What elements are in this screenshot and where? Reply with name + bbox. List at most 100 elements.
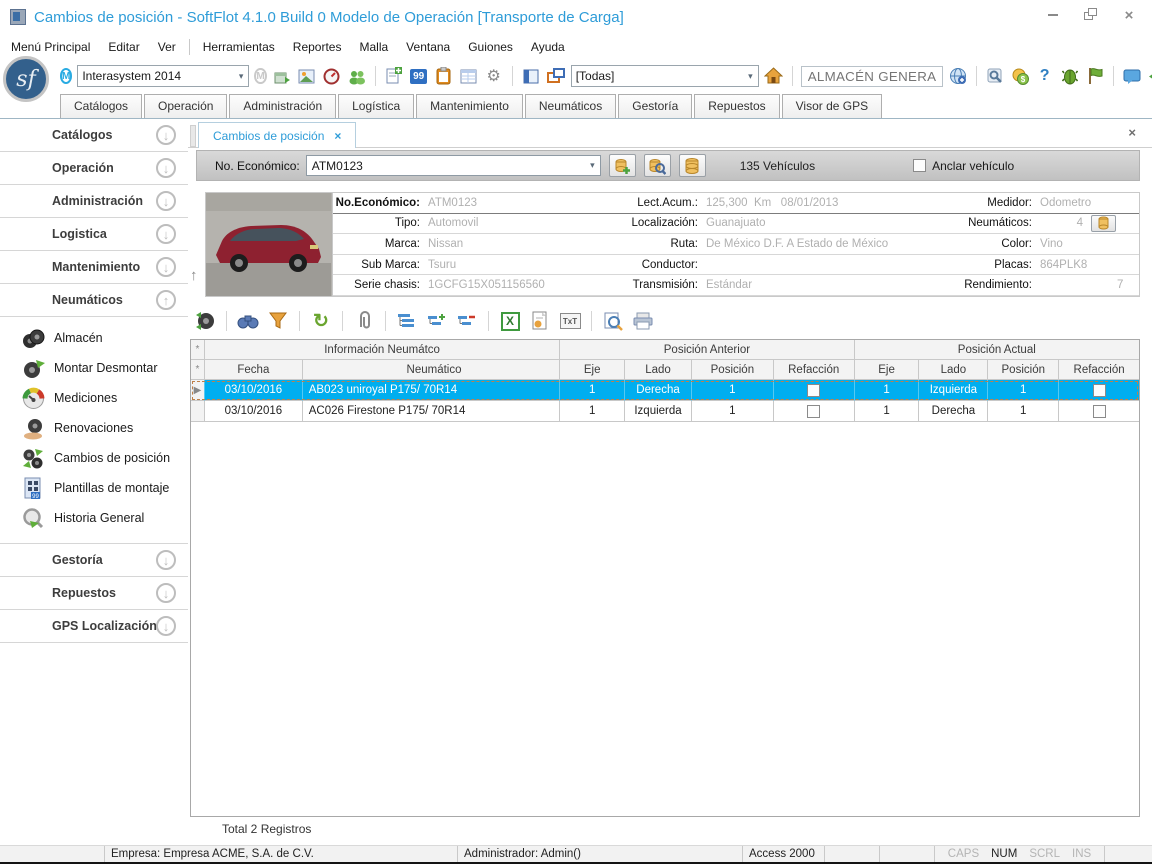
users-icon[interactable]	[347, 66, 367, 86]
menu-item-ver[interactable]: Ver	[149, 36, 185, 58]
sidebar-section-catalogos[interactable]: Catálogos ↓	[0, 119, 188, 152]
chevron-down-circle-icon[interactable]: ↓	[156, 224, 176, 244]
column-header-lado-actual[interactable]: Lado	[919, 360, 988, 380]
cell-neumatico[interactable]: AB023 uniroyal P175/ 70R14	[303, 380, 560, 401]
chevron-down-circle-icon[interactable]: ↓	[156, 158, 176, 178]
tab-catalogos[interactable]: Catálogos	[60, 94, 142, 118]
chevron-down-circle-icon[interactable]: ↓	[156, 125, 176, 145]
pane-close-icon[interactable]: ×	[1128, 125, 1136, 140]
panel-icon[interactable]	[521, 66, 541, 86]
cell-posicion-actual[interactable]: 1	[988, 380, 1059, 401]
grid-row-selected[interactable]: ▶ 03/10/2016 AB023 uniroyal P175/ 70R14 …	[191, 380, 1139, 401]
warehouse-input[interactable]	[801, 66, 943, 87]
cell-lado-anterior[interactable]: Derecha	[625, 380, 692, 401]
sidebar-section-neumaticos[interactable]: Neumáticos ↑	[0, 284, 188, 317]
refaccion-checkbox[interactable]	[1093, 405, 1106, 418]
help-icon[interactable]: ?	[1035, 66, 1055, 86]
database-button[interactable]	[679, 154, 706, 177]
globe-icon[interactable]	[948, 66, 968, 86]
company-select[interactable]: Interasystem 2014 ▾	[77, 65, 249, 87]
image-icon[interactable]	[297, 66, 317, 86]
column-header-fecha[interactable]: Fecha	[205, 360, 303, 380]
cell-refaccion-anterior[interactable]	[774, 401, 855, 422]
settings-search-icon[interactable]	[985, 66, 1005, 86]
print-icon[interactable]	[632, 310, 654, 332]
refresh-icon[interactable]: ↻	[310, 310, 332, 332]
gauge-icon[interactable]	[322, 66, 342, 86]
binoculars-icon[interactable]	[237, 310, 259, 332]
close-button[interactable]: ×	[1118, 6, 1140, 24]
attachment-icon[interactable]	[353, 310, 375, 332]
company-m-icon[interactable]: M	[60, 68, 72, 84]
chevron-up-circle-icon[interactable]: ↑	[156, 290, 176, 310]
sidebar-section-gestoria[interactable]: Gestoría ↓	[0, 544, 188, 577]
bug-icon[interactable]	[1060, 66, 1080, 86]
tire-change-icon[interactable]	[194, 310, 216, 332]
column-header-refaccion-anterior[interactable]: Refacción	[774, 360, 855, 380]
minimize-button[interactable]	[1042, 6, 1064, 24]
group-header-informacion-neumatico[interactable]: Información Neumátco	[205, 340, 560, 360]
doc-tab-close-icon[interactable]: ×	[334, 129, 341, 143]
collapse-panel-icon[interactable]: ↑	[190, 267, 198, 284]
column-header-neumatico[interactable]: Neumático	[303, 360, 560, 380]
chevron-down-circle-icon[interactable]: ↓	[156, 550, 176, 570]
tree-expand-icon[interactable]	[426, 310, 448, 332]
column-header-posicion-anterior[interactable]: Posición	[692, 360, 774, 380]
menu-item-malla[interactable]: Malla	[350, 36, 397, 58]
export-txt-icon[interactable]: TxT	[559, 310, 581, 332]
column-header-lado-anterior[interactable]: Lado	[625, 360, 692, 380]
export-doc-icon[interactable]	[529, 310, 551, 332]
doc-tab-cambios-posicion[interactable]: Cambios de posición ×	[198, 122, 356, 148]
cell-posicion-actual[interactable]: 1	[988, 401, 1059, 422]
sidebar-section-administracion[interactable]: Administración ↓	[0, 185, 188, 218]
chevron-down-circle-icon[interactable]: ↓	[156, 191, 176, 211]
inventory-box-icon[interactable]	[272, 66, 292, 86]
menu-item-ayuda[interactable]: Ayuda	[522, 36, 574, 58]
sidebar-section-operacion[interactable]: Operación ↓	[0, 152, 188, 185]
exit-icon[interactable]	[1147, 66, 1152, 86]
tab-gestoria[interactable]: Gestoría	[618, 94, 692, 118]
sidebar-section-mantenimiento[interactable]: Mantenimiento ↓	[0, 251, 188, 284]
refaccion-checkbox[interactable]	[1093, 384, 1106, 397]
sidebar-item-mediciones[interactable]: Mediciones	[0, 383, 188, 413]
refaccion-checkbox[interactable]	[807, 384, 820, 397]
column-header-eje-anterior[interactable]: Eje	[560, 360, 625, 380]
scope-select[interactable]: [Todas] ▾	[571, 65, 759, 87]
menu-item-herramientas[interactable]: Herramientas	[194, 36, 284, 58]
menu-item-menu-principal[interactable]: Menú Principal	[2, 36, 99, 58]
cell-posicion-anterior[interactable]: 1	[692, 401, 774, 422]
refaccion-checkbox[interactable]	[807, 405, 820, 418]
anchor-vehicle-checkbox[interactable]	[913, 159, 926, 172]
chevron-down-circle-icon[interactable]: ↓	[156, 257, 176, 277]
menu-item-editar[interactable]: Editar	[99, 36, 148, 58]
neumaticos-database-button[interactable]	[1091, 215, 1116, 232]
menu-item-guiones[interactable]: Guiones	[459, 36, 522, 58]
sidebar-item-renovaciones[interactable]: Renovaciones	[0, 413, 188, 443]
new-document-icon[interactable]	[384, 66, 404, 86]
grid-row[interactable]: 03/10/2016 AC026 Firestone P175/ 70R14 1…	[191, 401, 1139, 422]
sidebar-item-plantillas-montaje[interactable]: 99 Plantillas de montaje	[0, 473, 188, 503]
flag-icon[interactable]	[1085, 66, 1105, 86]
cell-fecha[interactable]: 03/10/2016	[205, 380, 303, 401]
menu-item-ventana[interactable]: Ventana	[397, 36, 459, 58]
chevron-down-circle-icon[interactable]: ↓	[156, 616, 176, 636]
export-excel-icon[interactable]: X	[499, 310, 521, 332]
no-economico-combo[interactable]: ATM0123 ▾	[306, 155, 601, 176]
tree-list-icon[interactable]	[396, 310, 418, 332]
chevron-down-circle-icon[interactable]: ↓	[156, 583, 176, 603]
sidebar-section-repuestos[interactable]: Repuestos ↓	[0, 577, 188, 610]
cell-eje-anterior[interactable]: 1	[560, 380, 625, 401]
tab-neumaticos[interactable]: Neumáticos	[525, 94, 616, 118]
group-header-posicion-actual[interactable]: Posición Actual	[855, 340, 1139, 360]
cell-refaccion-actual[interactable]	[1059, 401, 1139, 422]
cell-refaccion-actual[interactable]	[1059, 380, 1139, 401]
cell-lado-actual[interactable]: Izquierda	[919, 380, 988, 401]
home-icon[interactable]	[764, 66, 784, 86]
search-vehicle-button[interactable]	[644, 154, 671, 177]
column-header-refaccion-actual[interactable]: Refacción	[1059, 360, 1139, 380]
cell-eje-actual[interactable]: 1	[855, 401, 920, 422]
sidebar-section-gps-localizacion[interactable]: GPS Localización ↓	[0, 610, 188, 643]
cell-lado-anterior[interactable]: Izquierda	[625, 401, 692, 422]
print-preview-icon[interactable]	[602, 310, 624, 332]
sidebar-section-logistica[interactable]: Logistica ↓	[0, 218, 188, 251]
